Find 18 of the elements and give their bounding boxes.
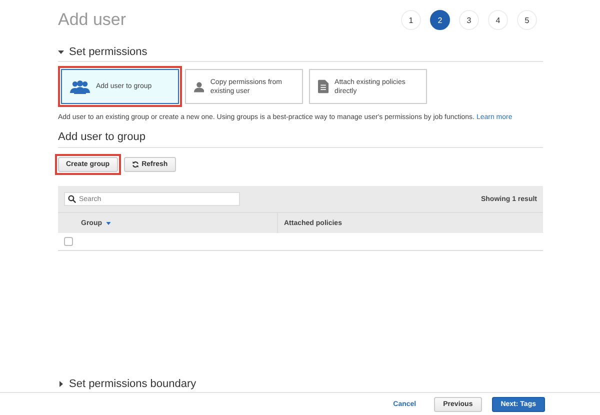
document-icon [318, 79, 329, 94]
row-checkbox[interactable] [64, 237, 73, 246]
people-icon [70, 80, 90, 94]
section-heading: Set permissions boundary [69, 378, 196, 390]
section-heading: Set permissions [69, 46, 148, 58]
expand-icon[interactable] [58, 381, 64, 387]
person-icon [194, 80, 204, 94]
refresh-icon [132, 161, 139, 168]
section-heading: Add user to group [58, 125, 543, 148]
step-indicator[interactable]: 5 [517, 10, 537, 30]
search-icon [68, 195, 76, 203]
step-indicator[interactable]: 2 [430, 10, 450, 30]
collapse-icon[interactable] [58, 49, 64, 55]
step-indicator[interactable]: 3 [459, 10, 479, 30]
step-indicator[interactable]: 4 [488, 10, 508, 30]
sort-icon [106, 222, 111, 224]
page-title: Add user [58, 10, 126, 30]
step-indicator[interactable]: 1 [401, 10, 421, 30]
